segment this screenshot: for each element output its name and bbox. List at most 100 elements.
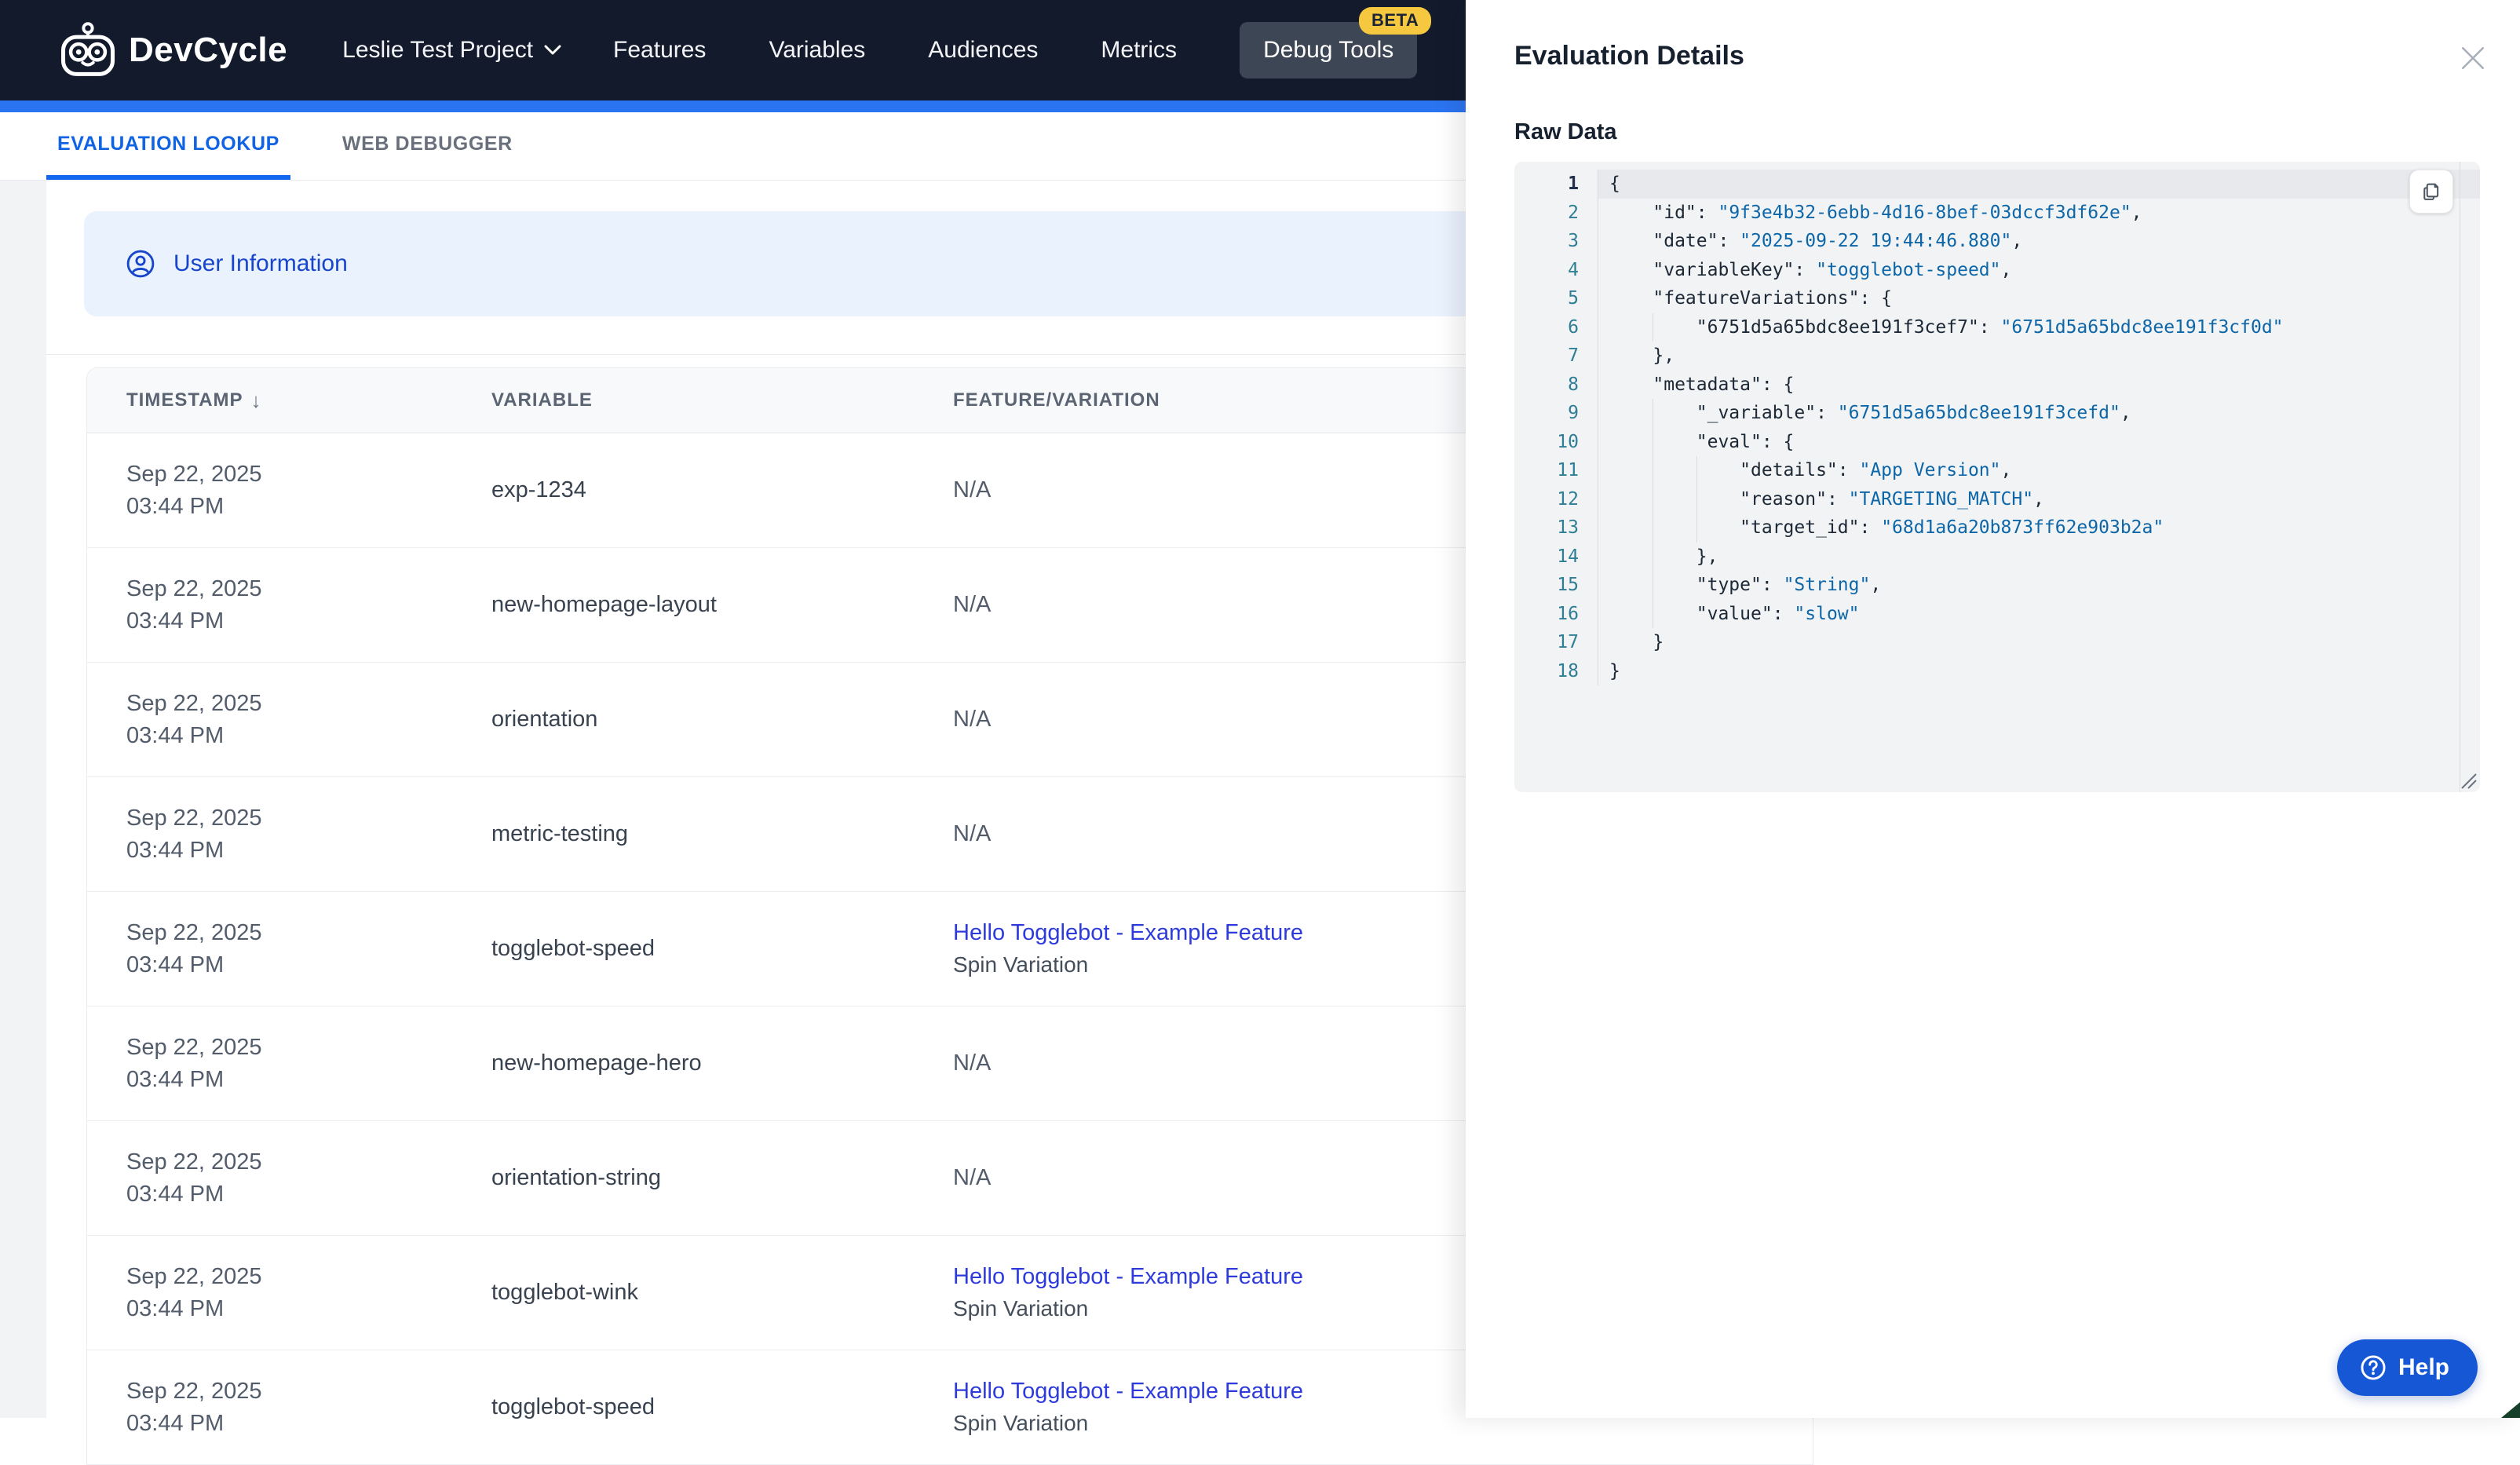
close-icon <box>2460 45 2486 71</box>
timestamp-date: Sep 22, 2025 <box>126 802 452 835</box>
timestamp-time: 03:44 PM <box>126 491 452 523</box>
code-scrollbar-gutter[interactable] <box>2460 162 2480 792</box>
raw-data-code-block: 1{2"id": "9f3e4b32-6ebb-4d16-8bef-03dccf… <box>1514 162 2480 792</box>
line-content: "details": "App Version", <box>1598 456 2480 485</box>
code-line: 1{ <box>1514 170 2480 199</box>
feature-variation-header-label: FEATURE/VARIATION <box>953 389 1160 411</box>
timestamp-date: Sep 22, 2025 <box>126 1032 452 1064</box>
variable-name: togglebot-speed <box>491 1394 914 1420</box>
code-line: 5"featureVariations": { <box>1514 284 2480 313</box>
line-number: 3 <box>1514 227 1598 256</box>
tab-web-debugger[interactable]: WEB DEBUGGER <box>331 112 524 180</box>
line-number: 7 <box>1514 342 1598 371</box>
line-number: 1 <box>1514 170 1598 199</box>
line-content: }, <box>1598 543 2480 572</box>
timestamp-date: Sep 22, 2025 <box>126 458 452 491</box>
variable-cell: new-homepage-layout <box>452 592 914 618</box>
line-content: } <box>1598 657 2480 686</box>
code-line: 9"_variable": "6751d5a65bdc8ee191f3cefd"… <box>1514 399 2480 428</box>
feature-link[interactable]: Hello Togglebot - Example Feature <box>953 1264 1303 1289</box>
sort-descending-icon: ↓ <box>251 389 262 413</box>
variable-cell: new-homepage-hero <box>452 1050 914 1076</box>
timestamp-header-label: TIMESTAMP <box>126 389 243 411</box>
line-content: "_variable": "6751d5a65bdc8ee191f3cefd", <box>1598 399 2480 428</box>
devcycle-logo[interactable]: DevCycle <box>60 22 287 79</box>
question-circle-icon <box>2359 1354 2387 1382</box>
variable-name: new-homepage-layout <box>491 592 914 618</box>
timestamp-time: 03:44 PM <box>126 1178 452 1211</box>
line-number: 8 <box>1514 371 1598 400</box>
line-content: "featureVariations": { <box>1598 284 2480 313</box>
code-line: 13"target_id": "68d1a6a20b873ff62e903b2a… <box>1514 513 2480 543</box>
variable-cell: metric-testing <box>452 821 914 847</box>
code-line: 14}, <box>1514 543 2480 572</box>
project-name: Leslie Test Project <box>342 37 533 64</box>
code-line: 18} <box>1514 657 2480 686</box>
timestamp-cell: Sep 22, 202503:44 PM <box>87 458 452 523</box>
line-number: 18 <box>1514 657 1598 686</box>
column-header-variable[interactable]: VARIABLE <box>452 389 914 411</box>
code-line: 16"value": "slow" <box>1514 600 2480 629</box>
nav-item-audiences[interactable]: Audiences <box>928 37 1038 64</box>
nav-item-features[interactable]: Features <box>613 37 706 64</box>
timestamp-date: Sep 22, 2025 <box>126 1261 452 1293</box>
line-number: 2 <box>1514 199 1598 228</box>
close-panel-button[interactable] <box>2456 41 2490 75</box>
variable-name: togglebot-wink <box>491 1280 914 1306</box>
timestamp-cell: Sep 22, 202503:44 PM <box>87 688 452 752</box>
debug-tools-button[interactable]: Debug Tools BETA <box>1240 22 1417 79</box>
resize-handle-icon[interactable] <box>2459 771 2478 790</box>
variable-header-label: VARIABLE <box>491 389 593 411</box>
help-button[interactable]: Help <box>2337 1339 2478 1396</box>
line-content: { <box>1598 170 2480 199</box>
code-line: 2"id": "9f3e4b32-6ebb-4d16-8bef-03dccf3d… <box>1514 199 2480 228</box>
timestamp-time: 03:44 PM <box>126 720 452 752</box>
timestamp-cell: Sep 22, 202503:44 PM <box>87 802 452 867</box>
nav-item-metrics[interactable]: Metrics <box>1101 37 1177 64</box>
variable-name: togglebot-speed <box>491 936 914 962</box>
line-number: 6 <box>1514 313 1598 342</box>
variable-cell: orientation <box>452 707 914 732</box>
feature-link[interactable]: Hello Togglebot - Example Feature <box>953 920 1303 945</box>
timestamp-time: 03:44 PM <box>126 1293 452 1325</box>
left-rail <box>0 181 46 1418</box>
variable-cell: togglebot-speed <box>452 936 914 962</box>
column-header-timestamp[interactable]: TIMESTAMP ↓ <box>87 389 452 413</box>
variable-cell: togglebot-speed <box>452 1394 914 1420</box>
code-line: 17} <box>1514 628 2480 657</box>
line-content: "type": "String", <box>1598 571 2480 600</box>
user-circle-icon <box>126 250 155 278</box>
line-number: 13 <box>1514 513 1598 543</box>
main-nav: Leslie Test Project Features Variables A… <box>342 22 1417 79</box>
line-number: 9 <box>1514 399 1598 428</box>
timestamp-time: 03:44 PM <box>126 1064 452 1096</box>
devcycle-robot-icon <box>60 22 116 79</box>
beta-badge: BETA <box>1359 7 1431 35</box>
code-line: 12"reason": "TARGETING_MATCH", <box>1514 485 2480 514</box>
line-number: 15 <box>1514 571 1598 600</box>
panel-title: Evaluation Details <box>1514 41 1744 71</box>
tab-evaluation-lookup[interactable]: EVALUATION LOOKUP <box>46 112 290 180</box>
project-selector[interactable]: Leslie Test Project <box>342 37 561 64</box>
timestamp-date: Sep 22, 2025 <box>126 1146 452 1178</box>
line-content: "eval": { <box>1598 428 2480 457</box>
help-label: Help <box>2398 1354 2449 1381</box>
timestamp-cell: Sep 22, 202503:44 PM <box>87 1032 452 1096</box>
line-number: 12 <box>1514 485 1598 514</box>
variable-name: orientation-string <box>491 1165 914 1191</box>
nav-item-variables[interactable]: Variables <box>769 37 865 64</box>
indent-guide <box>1696 485 1697 514</box>
timestamp-time: 03:44 PM <box>126 949 452 981</box>
line-content: "target_id": "68d1a6a20b873ff62e903b2a" <box>1598 513 2480 543</box>
timestamp-date: Sep 22, 2025 <box>126 688 452 720</box>
indent-guide <box>1696 513 1697 543</box>
copy-icon <box>2420 181 2442 203</box>
timestamp-cell: Sep 22, 202503:44 PM <box>87 917 452 981</box>
debug-tools-label: Debug Tools <box>1263 37 1393 63</box>
line-content: } <box>1598 628 2480 657</box>
feature-link[interactable]: Hello Togglebot - Example Feature <box>953 1379 1303 1404</box>
line-content: "6751d5a65bdc8ee191f3cef7": "6751d5a65bd… <box>1598 313 2480 342</box>
timestamp-cell: Sep 22, 202503:44 PM <box>87 1261 452 1325</box>
copy-code-button[interactable] <box>2409 170 2453 214</box>
line-number: 11 <box>1514 456 1598 485</box>
